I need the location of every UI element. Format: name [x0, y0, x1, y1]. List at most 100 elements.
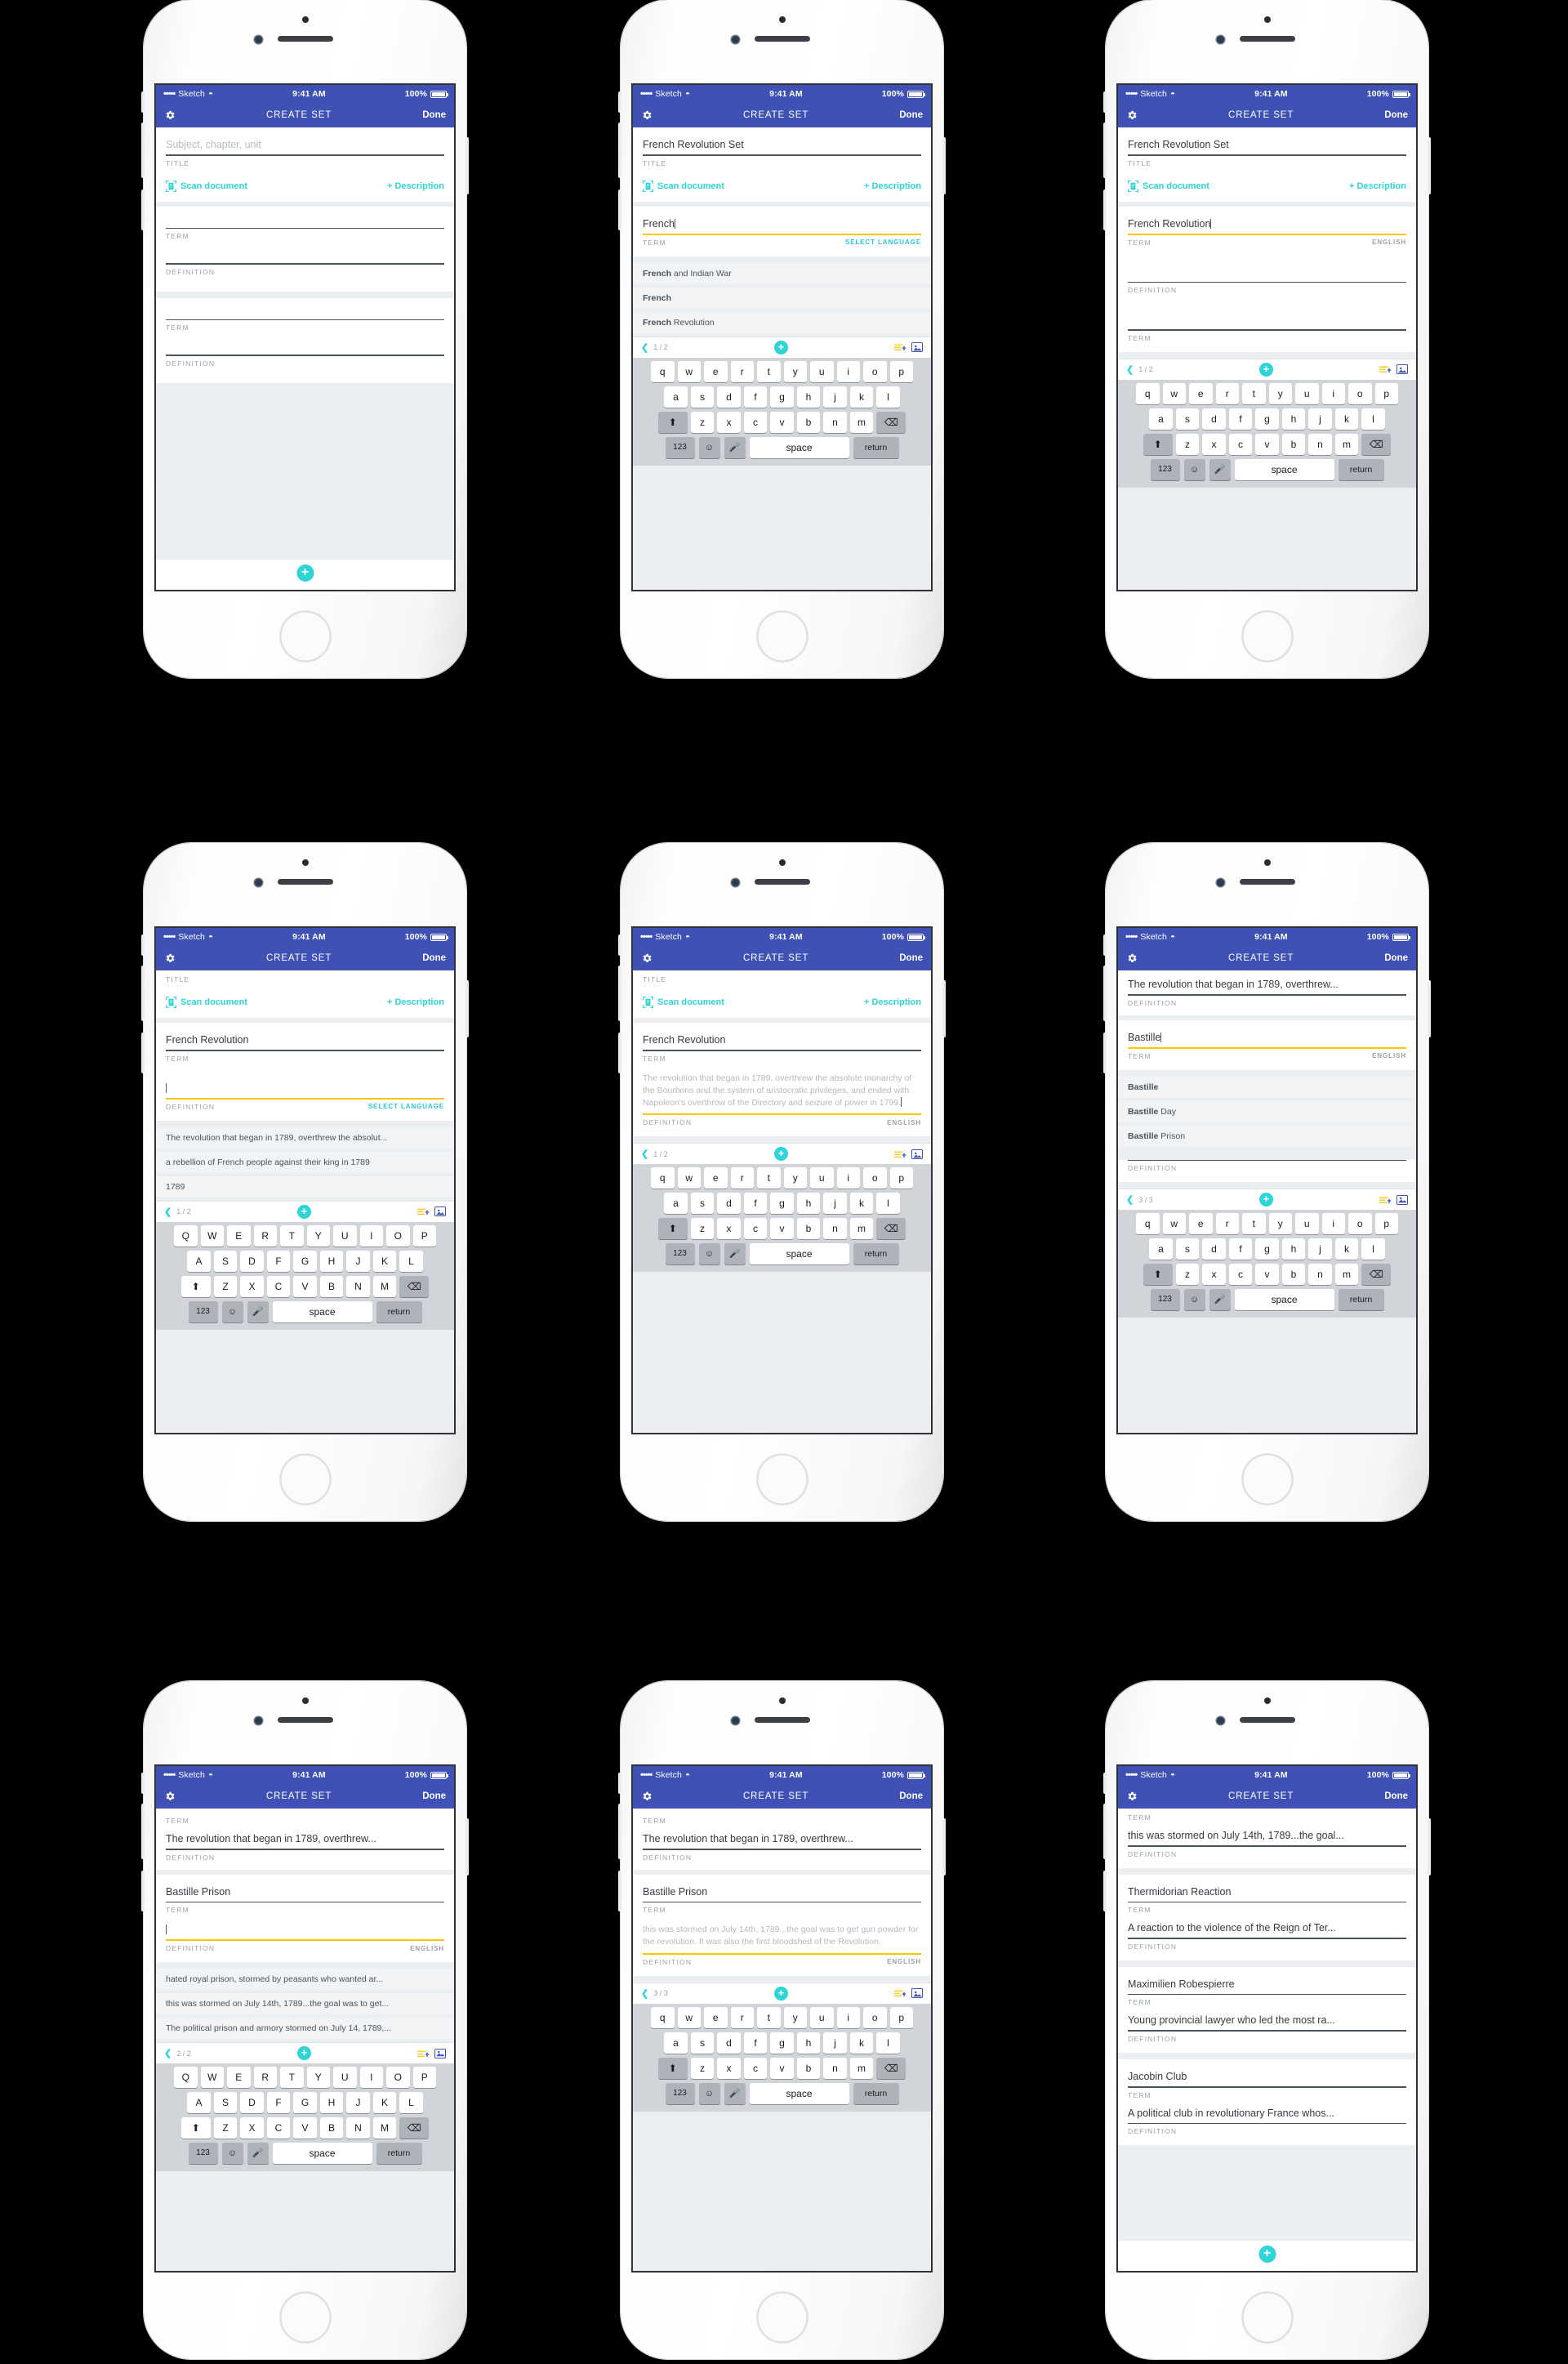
key-s[interactable]: s: [690, 1193, 715, 1215]
key-F[interactable]: F: [266, 2092, 291, 2114]
term-input[interactable]: French Revolution: [166, 1034, 444, 1050]
key-H[interactable]: H: [319, 1250, 344, 1272]
onscreen-keyboard[interactable]: qwertyuiop asdfghjkl ⬆ z x c v b n m ⌫ 123 ☺ 🎤 s…: [633, 1164, 931, 1273]
key-u[interactable]: u: [810, 360, 834, 382]
key-z[interactable]: z: [1175, 433, 1200, 455]
key-w[interactable]: w: [677, 1167, 701, 1189]
volume-up-button[interactable]: [141, 1818, 145, 1859]
key-f[interactable]: f: [1228, 1238, 1253, 1260]
home-button[interactable]: [1241, 2292, 1293, 2343]
key-J[interactable]: J: [346, 1250, 370, 1272]
key-S[interactable]: S: [213, 2092, 238, 2114]
key-j[interactable]: j: [1308, 1238, 1332, 1260]
key-Z[interactable]: Z: [213, 2117, 238, 2139]
key-f[interactable]: f: [1228, 408, 1253, 430]
gear-icon[interactable]: [641, 1791, 653, 1802]
key-C[interactable]: C: [266, 1275, 291, 1297]
key-c[interactable]: c: [743, 2057, 768, 2079]
key-b[interactable]: b: [1281, 433, 1306, 455]
backspace-icon[interactable]: ⌫: [408, 1281, 421, 1292]
add-description-button[interactable]: + Description: [864, 997, 921, 1007]
done-button[interactable]: Done: [899, 110, 923, 120]
key-i[interactable]: i: [1321, 382, 1345, 404]
key-N[interactable]: N: [346, 1275, 370, 1297]
onscreen-keyboard[interactable]: QWERTYUIOP ASDFGHJKL ⬆ Z X C V B N M ⌫ 123 ☺ 🎤 s…: [156, 1221, 454, 1330]
add-text-icon[interactable]: [1379, 1195, 1392, 1205]
key-t[interactable]: t: [1242, 1213, 1266, 1235]
key-n[interactable]: n: [1308, 1264, 1332, 1286]
key-d[interactable]: d: [1202, 408, 1226, 430]
mute-switch[interactable]: [1103, 91, 1107, 113]
shift-key[interactable]: ⬆: [1143, 1264, 1173, 1286]
key-g[interactable]: g: [770, 386, 794, 408]
emoji-key[interactable]: ☺: [1183, 1289, 1205, 1311]
add-image-icon[interactable]: [911, 1149, 923, 1159]
done-button[interactable]: Done: [422, 110, 446, 120]
key-x[interactable]: x: [717, 411, 741, 433]
backspace-icon[interactable]: ⌫: [1370, 1269, 1383, 1280]
key-v[interactable]: v: [770, 2057, 794, 2079]
scan-document-button[interactable]: Scan document: [642, 180, 724, 192]
key-A[interactable]: A: [187, 1250, 211, 1272]
dictation-key[interactable]: 🎤: [724, 436, 746, 458]
add-text-icon[interactable]: [893, 1988, 906, 1998]
key-r[interactable]: r: [730, 1167, 754, 1189]
set-title-input[interactable]: Subject, chapter, unit: [166, 139, 444, 154]
field-language-label[interactable]: SELECT LANGUAGE: [845, 239, 921, 246]
key-w[interactable]: w: [677, 2006, 701, 2028]
screen-content[interactable]: French Revolution Set TITLE Scan documen…: [633, 127, 931, 590]
key-u[interactable]: u: [810, 1167, 834, 1189]
key-f[interactable]: f: [743, 1193, 768, 1215]
volume-up-button[interactable]: [1103, 980, 1107, 1021]
key-a[interactable]: a: [664, 2032, 688, 2054]
key-G[interactable]: G: [293, 2092, 317, 2114]
key-L[interactable]: L: [399, 1250, 423, 1272]
shift-key[interactable]: ⬆: [1143, 433, 1173, 455]
suggestion-item[interactable]: this was stormed on July 14th, 1789...th…: [156, 1993, 454, 2015]
volume-down-button[interactable]: [1103, 1033, 1107, 1073]
key-O[interactable]: O: [386, 2067, 410, 2089]
home-button[interactable]: [1241, 611, 1293, 662]
key-I[interactable]: I: [359, 2067, 383, 2089]
key-r[interactable]: r: [730, 2006, 754, 2028]
key-K[interactable]: K: [372, 1250, 397, 1272]
power-button[interactable]: [466, 980, 469, 1037]
space-key[interactable]: space: [749, 436, 849, 458]
onscreen-keyboard[interactable]: qwertyuiop asdfghjkl ⬆ z x c v b n m ⌫ 123 ☺ 🎤 s…: [633, 357, 931, 466]
scan-document-button[interactable]: Scan document: [1127, 180, 1209, 192]
return-key[interactable]: return: [376, 1300, 422, 1323]
chevron-down-icon[interactable]: ❮: [641, 1149, 648, 1159]
add-card-button[interactable]: +: [773, 340, 788, 355]
add-image-icon[interactable]: [1396, 1194, 1408, 1205]
key-l[interactable]: l: [876, 1193, 900, 1215]
suggestion-item[interactable]: 1789: [156, 1175, 454, 1198]
power-button[interactable]: [466, 137, 469, 194]
key-H[interactable]: H: [319, 2092, 344, 2114]
key-q[interactable]: q: [1136, 382, 1160, 404]
add-text-icon[interactable]: [1379, 364, 1392, 374]
delete-key[interactable]: ⌫: [876, 411, 906, 433]
key-y[interactable]: y: [783, 2006, 807, 2028]
suggestion-item[interactable]: Bastille Prison: [1118, 1125, 1416, 1147]
key-c[interactable]: c: [1228, 1264, 1253, 1286]
key-x[interactable]: x: [717, 2057, 741, 2079]
numbers-key[interactable]: 123: [665, 2082, 695, 2104]
shift-key[interactable]: ⬆: [657, 1218, 688, 1240]
volume-down-button[interactable]: [141, 1871, 145, 1911]
volume-up-button[interactable]: [141, 980, 145, 1021]
emoji-key[interactable]: ☺: [698, 436, 720, 458]
key-d[interactable]: d: [717, 2032, 741, 2054]
key-s[interactable]: s: [1175, 1238, 1200, 1260]
chevron-down-icon[interactable]: ❮: [641, 342, 648, 353]
shift-icon[interactable]: ⬆: [1154, 439, 1162, 450]
power-button[interactable]: [942, 137, 946, 194]
key-q[interactable]: q: [651, 2006, 675, 2028]
done-button[interactable]: Done: [1384, 1791, 1408, 1801]
space-key[interactable]: space: [1234, 458, 1334, 480]
key-c[interactable]: c: [1228, 433, 1253, 455]
backspace-icon[interactable]: ⌫: [884, 1223, 898, 1234]
emoji-key[interactable]: ☺: [698, 2082, 720, 2104]
backspace-icon[interactable]: ⌫: [1370, 439, 1383, 450]
dictation-key[interactable]: 🎤: [1209, 1289, 1231, 1311]
term-input[interactable]: Bastille: [1128, 1032, 1406, 1047]
